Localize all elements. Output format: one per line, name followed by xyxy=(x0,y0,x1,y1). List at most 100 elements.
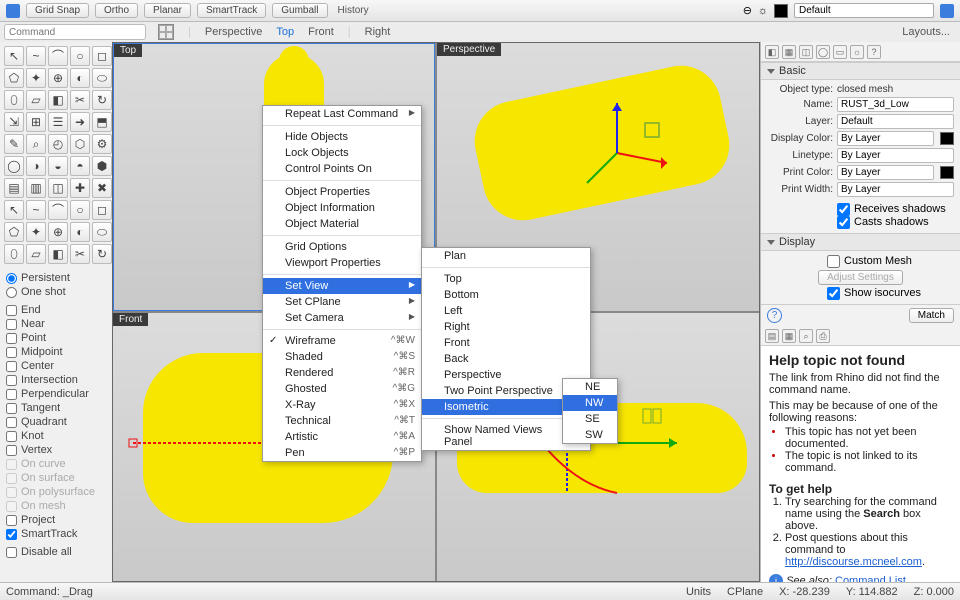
menu-item[interactable]: Back xyxy=(422,351,590,367)
menu-item[interactable]: Object Properties xyxy=(263,184,421,200)
menu-item[interactable]: Set View xyxy=(263,278,421,294)
tool-button[interactable]: ◓ xyxy=(70,156,90,176)
planar-button[interactable]: Planar xyxy=(144,3,191,18)
casts-shadows-check[interactable]: Casts shadows xyxy=(837,216,954,229)
menu-item[interactable]: Control Points On xyxy=(263,161,421,177)
tool-button[interactable]: ⌒ xyxy=(48,46,68,66)
tool-button[interactable]: ◻ xyxy=(92,200,112,220)
tool-button[interactable]: ⌒ xyxy=(48,200,68,220)
menu-item[interactable]: Viewport Properties xyxy=(263,255,421,271)
tab-top[interactable]: Top xyxy=(276,26,294,38)
four-view-icon[interactable] xyxy=(158,24,174,40)
prop-row[interactable]: Display Color:By Layer xyxy=(767,131,954,146)
tool-button[interactable]: ⬯ xyxy=(4,90,24,110)
display-icon[interactable]: ▭ xyxy=(833,45,847,59)
menu-item[interactable]: Ghosted^⌘G xyxy=(263,381,421,397)
camera-icon[interactable]: ◯ xyxy=(816,45,830,59)
tool-button[interactable]: ⬭ xyxy=(92,68,112,88)
tool-button[interactable]: ⊞ xyxy=(26,112,46,132)
tool-button[interactable]: ➜ xyxy=(70,112,90,132)
match-button[interactable]: Match xyxy=(909,308,954,323)
tool-button[interactable]: ↖ xyxy=(4,46,24,66)
menu-item[interactable]: Wireframe^⌘W xyxy=(263,333,421,349)
osnap-midpoint[interactable]: Midpoint xyxy=(6,346,106,358)
menu-item[interactable]: Left xyxy=(422,303,590,319)
tool-button[interactable]: ⚙ xyxy=(92,134,112,154)
disable-all-check[interactable]: Disable all xyxy=(6,546,106,558)
cube-icon[interactable]: ◫ xyxy=(799,45,813,59)
menu-item[interactable]: SW xyxy=(563,427,617,443)
osnap-end[interactable]: End xyxy=(6,304,106,316)
panel-toggle-icon[interactable] xyxy=(940,4,954,18)
menu-item[interactable]: Lock Objects xyxy=(263,145,421,161)
tool-button[interactable]: ✚ xyxy=(70,178,90,198)
tool-button[interactable]: ▥ xyxy=(26,178,46,198)
context-menu[interactable]: Repeat Last Command Hide ObjectsLock Obje… xyxy=(262,105,422,462)
osnap-near[interactable]: Near xyxy=(6,318,106,330)
tool-button[interactable]: ◒ xyxy=(48,156,68,176)
prop-row[interactable]: Linetype:By Layer xyxy=(767,148,954,163)
basic-header[interactable]: Basic xyxy=(761,62,960,80)
book-icon[interactable]: ▤ xyxy=(765,329,779,343)
tool-button[interactable]: ◴ xyxy=(48,134,68,154)
menu-item[interactable]: Bottom xyxy=(422,287,590,303)
menu-item[interactable]: Top xyxy=(422,271,590,287)
layers-icon[interactable]: ▦ xyxy=(782,45,796,59)
props-icon[interactable]: ◧ xyxy=(765,45,779,59)
tool-button[interactable]: ↖ xyxy=(4,200,24,220)
command-input[interactable] xyxy=(4,24,146,40)
menu-item[interactable]: Technical^⌘T xyxy=(263,413,421,429)
tool-button[interactable]: ◐ xyxy=(70,68,90,88)
menu-item[interactable]: Repeat Last Command xyxy=(263,106,421,122)
osnap-tangent[interactable]: Tangent xyxy=(6,402,106,414)
tool-button[interactable]: ☰ xyxy=(48,112,68,132)
tool-button[interactable]: ⬠ xyxy=(4,68,24,88)
menu-item[interactable]: Shaded^⌘S xyxy=(263,349,421,365)
tool-button[interactable]: ◫ xyxy=(48,178,68,198)
osnap-center[interactable]: Center xyxy=(6,360,106,372)
menu-item[interactable]: X-Ray^⌘X xyxy=(263,397,421,413)
custom-mesh-check[interactable]: Custom Mesh xyxy=(827,255,954,268)
tool-button[interactable]: ✦ xyxy=(26,222,46,242)
sun-icon[interactable]: ☼ xyxy=(758,5,768,17)
tool-button[interactable]: ⬯ xyxy=(4,244,24,264)
tool-button[interactable]: ▱ xyxy=(26,244,46,264)
prop-row[interactable]: Print Width:By Layer xyxy=(767,182,954,197)
tool-button[interactable]: ○ xyxy=(70,46,90,66)
layouts-link[interactable]: Layouts... xyxy=(902,26,950,38)
gridsnap-button[interactable]: Grid Snap xyxy=(26,3,89,18)
command-list-link[interactable]: Command List xyxy=(835,575,906,582)
tool-button[interactable]: ⬒ xyxy=(92,112,112,132)
osnap-point[interactable]: Point xyxy=(6,332,106,344)
tool-button[interactable]: ⬢ xyxy=(92,156,112,176)
oneshot-radio[interactable]: One shot xyxy=(6,286,106,298)
print-icon[interactable]: ⎙ xyxy=(816,329,830,343)
menu-item[interactable]: Set Camera xyxy=(263,310,421,326)
osnap-vertex[interactable]: Vertex xyxy=(6,444,106,456)
index-icon[interactable]: ▦ xyxy=(782,329,796,343)
cplane-label[interactable]: CPlane xyxy=(727,586,763,598)
menu-item[interactable]: Plan xyxy=(422,248,590,264)
tool-button[interactable]: ✎ xyxy=(4,134,24,154)
tool-button[interactable]: ↻ xyxy=(92,90,112,110)
menu-item[interactable]: SE xyxy=(563,411,617,427)
menu-item[interactable]: Hide Objects xyxy=(263,129,421,145)
tool-button[interactable]: ⬡ xyxy=(70,134,90,154)
osnap-quadrant[interactable]: Quadrant xyxy=(6,416,106,428)
menu-item[interactable]: Set CPlane xyxy=(263,294,421,310)
prop-row[interactable]: Print Color:By Layer xyxy=(767,165,954,180)
osnap-knot[interactable]: Knot xyxy=(6,430,106,442)
tool-button[interactable]: ◐ xyxy=(70,222,90,242)
tool-button[interactable]: ↻ xyxy=(92,244,112,264)
discourse-link[interactable]: http://discourse.mcneel.com xyxy=(785,556,922,568)
tool-button[interactable]: ⌕ xyxy=(26,134,46,154)
history-label[interactable]: History xyxy=(338,5,369,16)
tool-button[interactable]: ▱ xyxy=(26,90,46,110)
units-label[interactable]: Units xyxy=(686,586,711,598)
tool-button[interactable]: ⇲ xyxy=(4,112,24,132)
menu-item[interactable]: Object Information xyxy=(263,200,421,216)
tab-perspective[interactable]: Perspective xyxy=(205,26,262,38)
layer-color-swatch[interactable] xyxy=(774,4,788,18)
help-badge-icon[interactable]: ? xyxy=(767,308,782,323)
menu-item[interactable]: Pen^⌘P xyxy=(263,445,421,461)
